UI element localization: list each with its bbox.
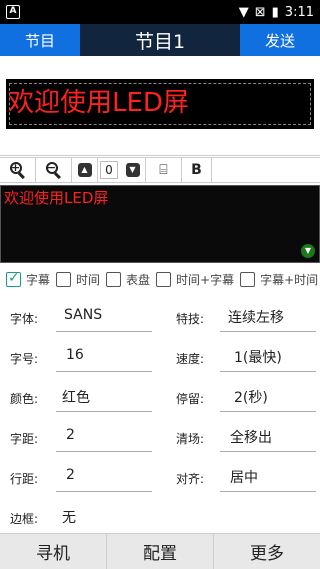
arrow-up-icon: ▲ — [77, 163, 92, 177]
bold-button[interactable]: B — [182, 158, 212, 182]
app-notification-icon: A — [6, 5, 20, 19]
char-spacing-setting: 字距: 2 — [10, 418, 160, 458]
bottom-bar: 寻机 配置 更多 — [0, 533, 320, 569]
program-button[interactable]: 节目 — [0, 24, 80, 56]
time-checkbox[interactable]: 时间 — [56, 271, 100, 288]
value-field[interactable]: 0 — [100, 161, 118, 179]
color-setting: 颜色: 红色 — [10, 378, 160, 418]
led-preview-area: 欢迎使用LED屏 — [0, 56, 320, 156]
no-sim-icon: ⊠ — [254, 4, 266, 20]
zoom-in-button[interactable]: + — [0, 158, 36, 182]
text-editor[interactable]: 欢迎使用LED屏 ▼ — [0, 185, 320, 263]
speed-setting: 速度: 1(最快) — [176, 338, 320, 378]
checkbox-icon — [106, 271, 122, 287]
find-device-button[interactable]: 寻机 — [0, 534, 107, 569]
checkbox-icon — [156, 271, 172, 287]
app-bar: 节目 节目1 发送 — [0, 24, 320, 56]
effect-value[interactable]: 连续左移 — [228, 307, 284, 327]
zoom-out-icon: − — [45, 162, 62, 180]
mode-checkbox-row: 字幕 时间 表盘 时间+字幕 字幕+时间 — [0, 268, 320, 290]
editor-text[interactable]: 欢迎使用LED屏 — [4, 189, 108, 207]
clear-value[interactable]: 全移出 — [230, 427, 272, 447]
font-setting: 字体: SANS — [10, 298, 160, 338]
char-spacing-value[interactable]: 2 — [66, 427, 75, 443]
format-brush-button[interactable]: ⌸ — [146, 158, 182, 182]
font-size-value[interactable]: 16 — [66, 347, 84, 363]
time-subtitle-checkbox[interactable]: 时间+字幕 — [156, 271, 234, 288]
subtitle-checkbox[interactable]: 字幕 — [6, 270, 50, 288]
stay-setting: 停留: 2(秒) — [176, 378, 320, 418]
color-value[interactable]: 红色 — [62, 387, 90, 407]
zoom-in-icon: + — [9, 162, 26, 180]
checkbox-icon — [56, 271, 72, 287]
led-preview[interactable]: 欢迎使用LED屏 — [6, 79, 314, 129]
send-button[interactable]: 发送 — [240, 24, 320, 56]
wifi-icon: ▼ — [238, 4, 249, 20]
line-spacing-value[interactable]: 2 — [66, 467, 75, 483]
scroll-down-icon[interactable]: ▼ — [301, 244, 315, 258]
preview-text: 欢迎使用LED屏 — [8, 88, 189, 118]
speed-value[interactable]: 1(最快) — [234, 347, 282, 367]
font-size-setting: 字号: 16 — [10, 338, 160, 378]
align-setting: 对齐: 居中 — [176, 458, 320, 498]
dial-checkbox[interactable]: 表盘 — [106, 271, 150, 288]
format-brush-icon: ⌸ — [159, 162, 168, 178]
effect-setting: 特技: 连续左移 — [176, 298, 320, 338]
battery-icon: ▮ — [271, 4, 279, 20]
page-title: 节目1 — [134, 30, 186, 53]
config-button[interactable]: 配置 — [107, 534, 214, 569]
decrease-button[interactable]: ▲ — [72, 158, 98, 182]
clock: 3:11 — [284, 4, 314, 20]
zoom-out-button[interactable]: − — [36, 158, 72, 182]
border-setting: 边框: 无 — [10, 498, 160, 538]
line-spacing-setting: 行距: 2 — [10, 458, 160, 498]
arrow-down-icon: ▼ — [125, 163, 140, 177]
checkbox-icon — [240, 271, 256, 287]
border-value[interactable]: 无 — [62, 507, 76, 527]
subtitle-time-checkbox[interactable]: 字幕+时间 — [240, 271, 318, 288]
stay-value[interactable]: 2(秒) — [234, 387, 268, 407]
checkbox-checked-icon — [6, 270, 21, 287]
more-button[interactable]: 更多 — [214, 534, 320, 569]
align-value[interactable]: 居中 — [230, 467, 258, 487]
status-bar: A ▼ ⊠ ▮ 3:11 — [0, 0, 320, 24]
font-value[interactable]: SANS — [64, 307, 102, 323]
clear-setting: 清场: 全移出 — [176, 418, 320, 458]
increase-button[interactable]: ▼ — [120, 158, 146, 182]
edit-toolbar: + − ▲ 0 ▼ ⌸ B — [0, 157, 320, 183]
